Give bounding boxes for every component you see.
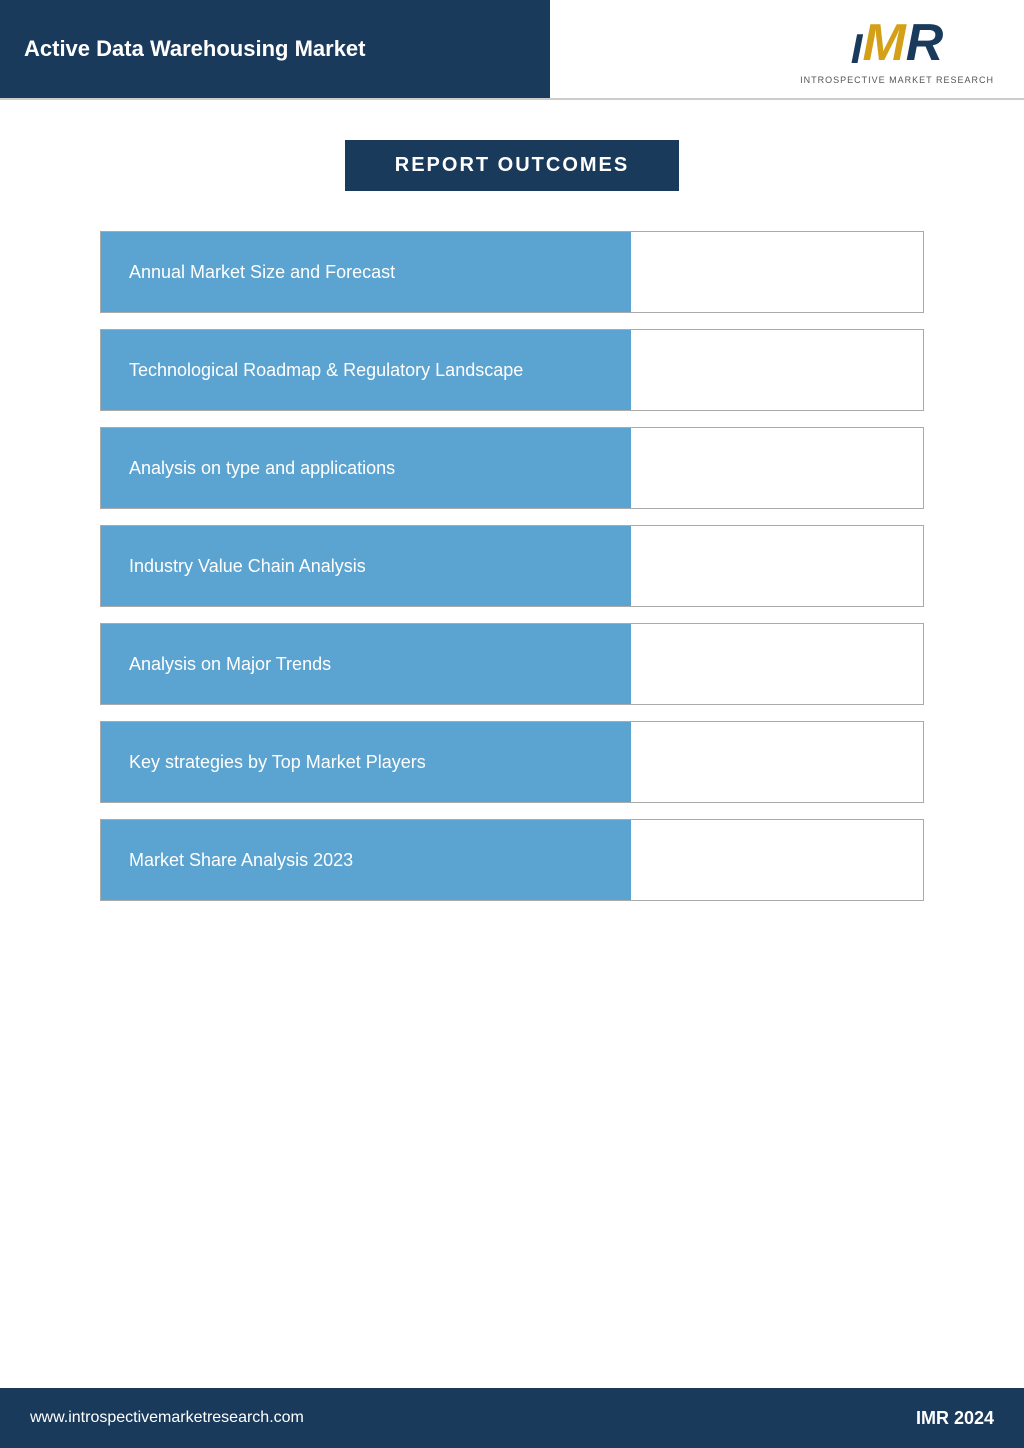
outcome-spacer-0 [631,232,923,312]
footer-year: IMR 2024 [916,1408,994,1429]
header-logo-area: I M R INTROSPECTIVE MARKET RESEARCH [550,0,1024,98]
page-footer: www.introspectivemarketresearch.com IMR … [0,1388,1024,1448]
outcome-row: Analysis on Major Trends [100,623,924,705]
company-logo: I M R INTROSPECTIVE MARKET RESEARCH [800,13,994,85]
outcome-label-6: Market Share Analysis 2023 [101,820,631,900]
outcome-row: Key strategies by Top Market Players [100,721,924,803]
outcome-row: Annual Market Size and Forecast [100,231,924,313]
outcome-row: Technological Roadmap & Regulatory Lands… [100,329,924,411]
outcome-spacer-1 [631,330,923,410]
logo-subtitle: INTROSPECTIVE MARKET RESEARCH [800,75,994,85]
page-header: Active Data Warehousing Market I M R INT… [0,0,1024,100]
outcome-label-1: Technological Roadmap & Regulatory Lands… [101,330,631,410]
report-outcomes-wrapper: REPORT OUTCOMES [100,140,924,191]
outcome-spacer-6 [631,820,923,900]
page-title: Active Data Warehousing Market [24,36,366,62]
footer-website: www.introspectivemarketresearch.com [30,1409,304,1427]
outcome-label-5: Key strategies by Top Market Players [101,722,631,802]
outcome-row: Market Share Analysis 2023 [100,819,924,901]
outcome-label-4: Analysis on Major Trends [101,624,631,704]
outcome-row: Analysis on type and applications [100,427,924,509]
outcome-label-3: Industry Value Chain Analysis [101,526,631,606]
logo-r: R [906,13,944,73]
outcome-label-0: Annual Market Size and Forecast [101,232,631,312]
main-content: REPORT OUTCOMES Annual Market Size and F… [0,100,1024,941]
outcome-spacer-3 [631,526,923,606]
report-outcomes-heading: REPORT OUTCOMES [345,140,679,191]
logo-m: M [862,13,905,73]
outcome-spacer-4 [631,624,923,704]
outcome-label-2: Analysis on type and applications [101,428,631,508]
logo-i: I [851,25,863,73]
header-title-bar: Active Data Warehousing Market [0,0,550,98]
outcome-items-list: Annual Market Size and Forecast Technolog… [100,231,924,901]
outcome-row: Industry Value Chain Analysis [100,525,924,607]
outcome-spacer-5 [631,722,923,802]
outcome-spacer-2 [631,428,923,508]
